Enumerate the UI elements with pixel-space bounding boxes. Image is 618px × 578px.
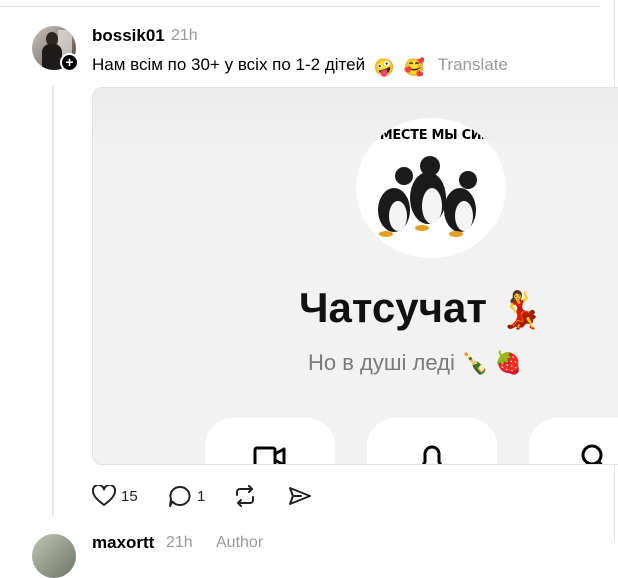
post-text-body: Нам всім по 30+ у всіх по 1-2 дітей bbox=[92, 55, 366, 74]
share-icon bbox=[289, 487, 311, 505]
card-title-text: Чатсучат bbox=[299, 284, 487, 331]
search-button[interactable] bbox=[529, 418, 618, 464]
repost-icon bbox=[236, 485, 254, 507]
like-button[interactable]: 15 bbox=[92, 484, 138, 508]
comment-icon bbox=[169, 485, 191, 507]
profile-image: ВМЕСТЕ МЫ СИЛ bbox=[356, 118, 506, 258]
video-icon bbox=[253, 446, 286, 464]
image-caption: ВМЕСТЕ МЫ СИЛ bbox=[370, 128, 492, 143]
reply-count: 1 bbox=[197, 487, 206, 505]
champagne-emoji: 🍾 bbox=[460, 350, 489, 375]
dancer-emoji: 💃 bbox=[498, 289, 544, 330]
bell-icon bbox=[421, 445, 443, 464]
card-subtitle: Но в душі леді 🍾 🍓 bbox=[308, 350, 522, 376]
heart-icon bbox=[92, 485, 116, 506]
post-text: Нам всім по 30+ у всіх по 1-2 дітей 🤪 🥰 … bbox=[92, 55, 508, 78]
reply-button[interactable]: 1 bbox=[168, 484, 205, 508]
strawberry-emoji: 🍓 bbox=[494, 350, 522, 375]
plus-icon[interactable]: + bbox=[60, 53, 79, 72]
like-count: 15 bbox=[121, 487, 138, 505]
next-post-time: 21h bbox=[166, 534, 193, 551]
author-badge: Author bbox=[216, 534, 264, 551]
share-button[interactable] bbox=[288, 484, 312, 508]
next-post-username[interactable]: maxortt bbox=[92, 533, 154, 553]
card-subtitle-text: Но в душі леді bbox=[308, 350, 455, 375]
thread-line bbox=[52, 86, 54, 516]
top-divider bbox=[0, 6, 600, 7]
zany-face-emoji: 🤪 bbox=[373, 58, 396, 77]
username[interactable]: bossik01 bbox=[92, 26, 165, 46]
post-time: 21h bbox=[171, 27, 198, 44]
media-card[interactable]: ВМЕСТЕ МЫ СИЛ Чатсучат 💃 Но в душі леді … bbox=[92, 87, 618, 465]
video-call-button[interactable] bbox=[205, 418, 335, 464]
search-icon bbox=[581, 444, 603, 464]
smiling-hearts-emoji: 🥰 bbox=[403, 58, 425, 77]
repost-button[interactable] bbox=[233, 484, 257, 508]
translate-link[interactable]: Translate bbox=[438, 55, 508, 74]
card-title: Чатсучат 💃 bbox=[299, 284, 543, 332]
notifications-button[interactable] bbox=[367, 418, 497, 464]
